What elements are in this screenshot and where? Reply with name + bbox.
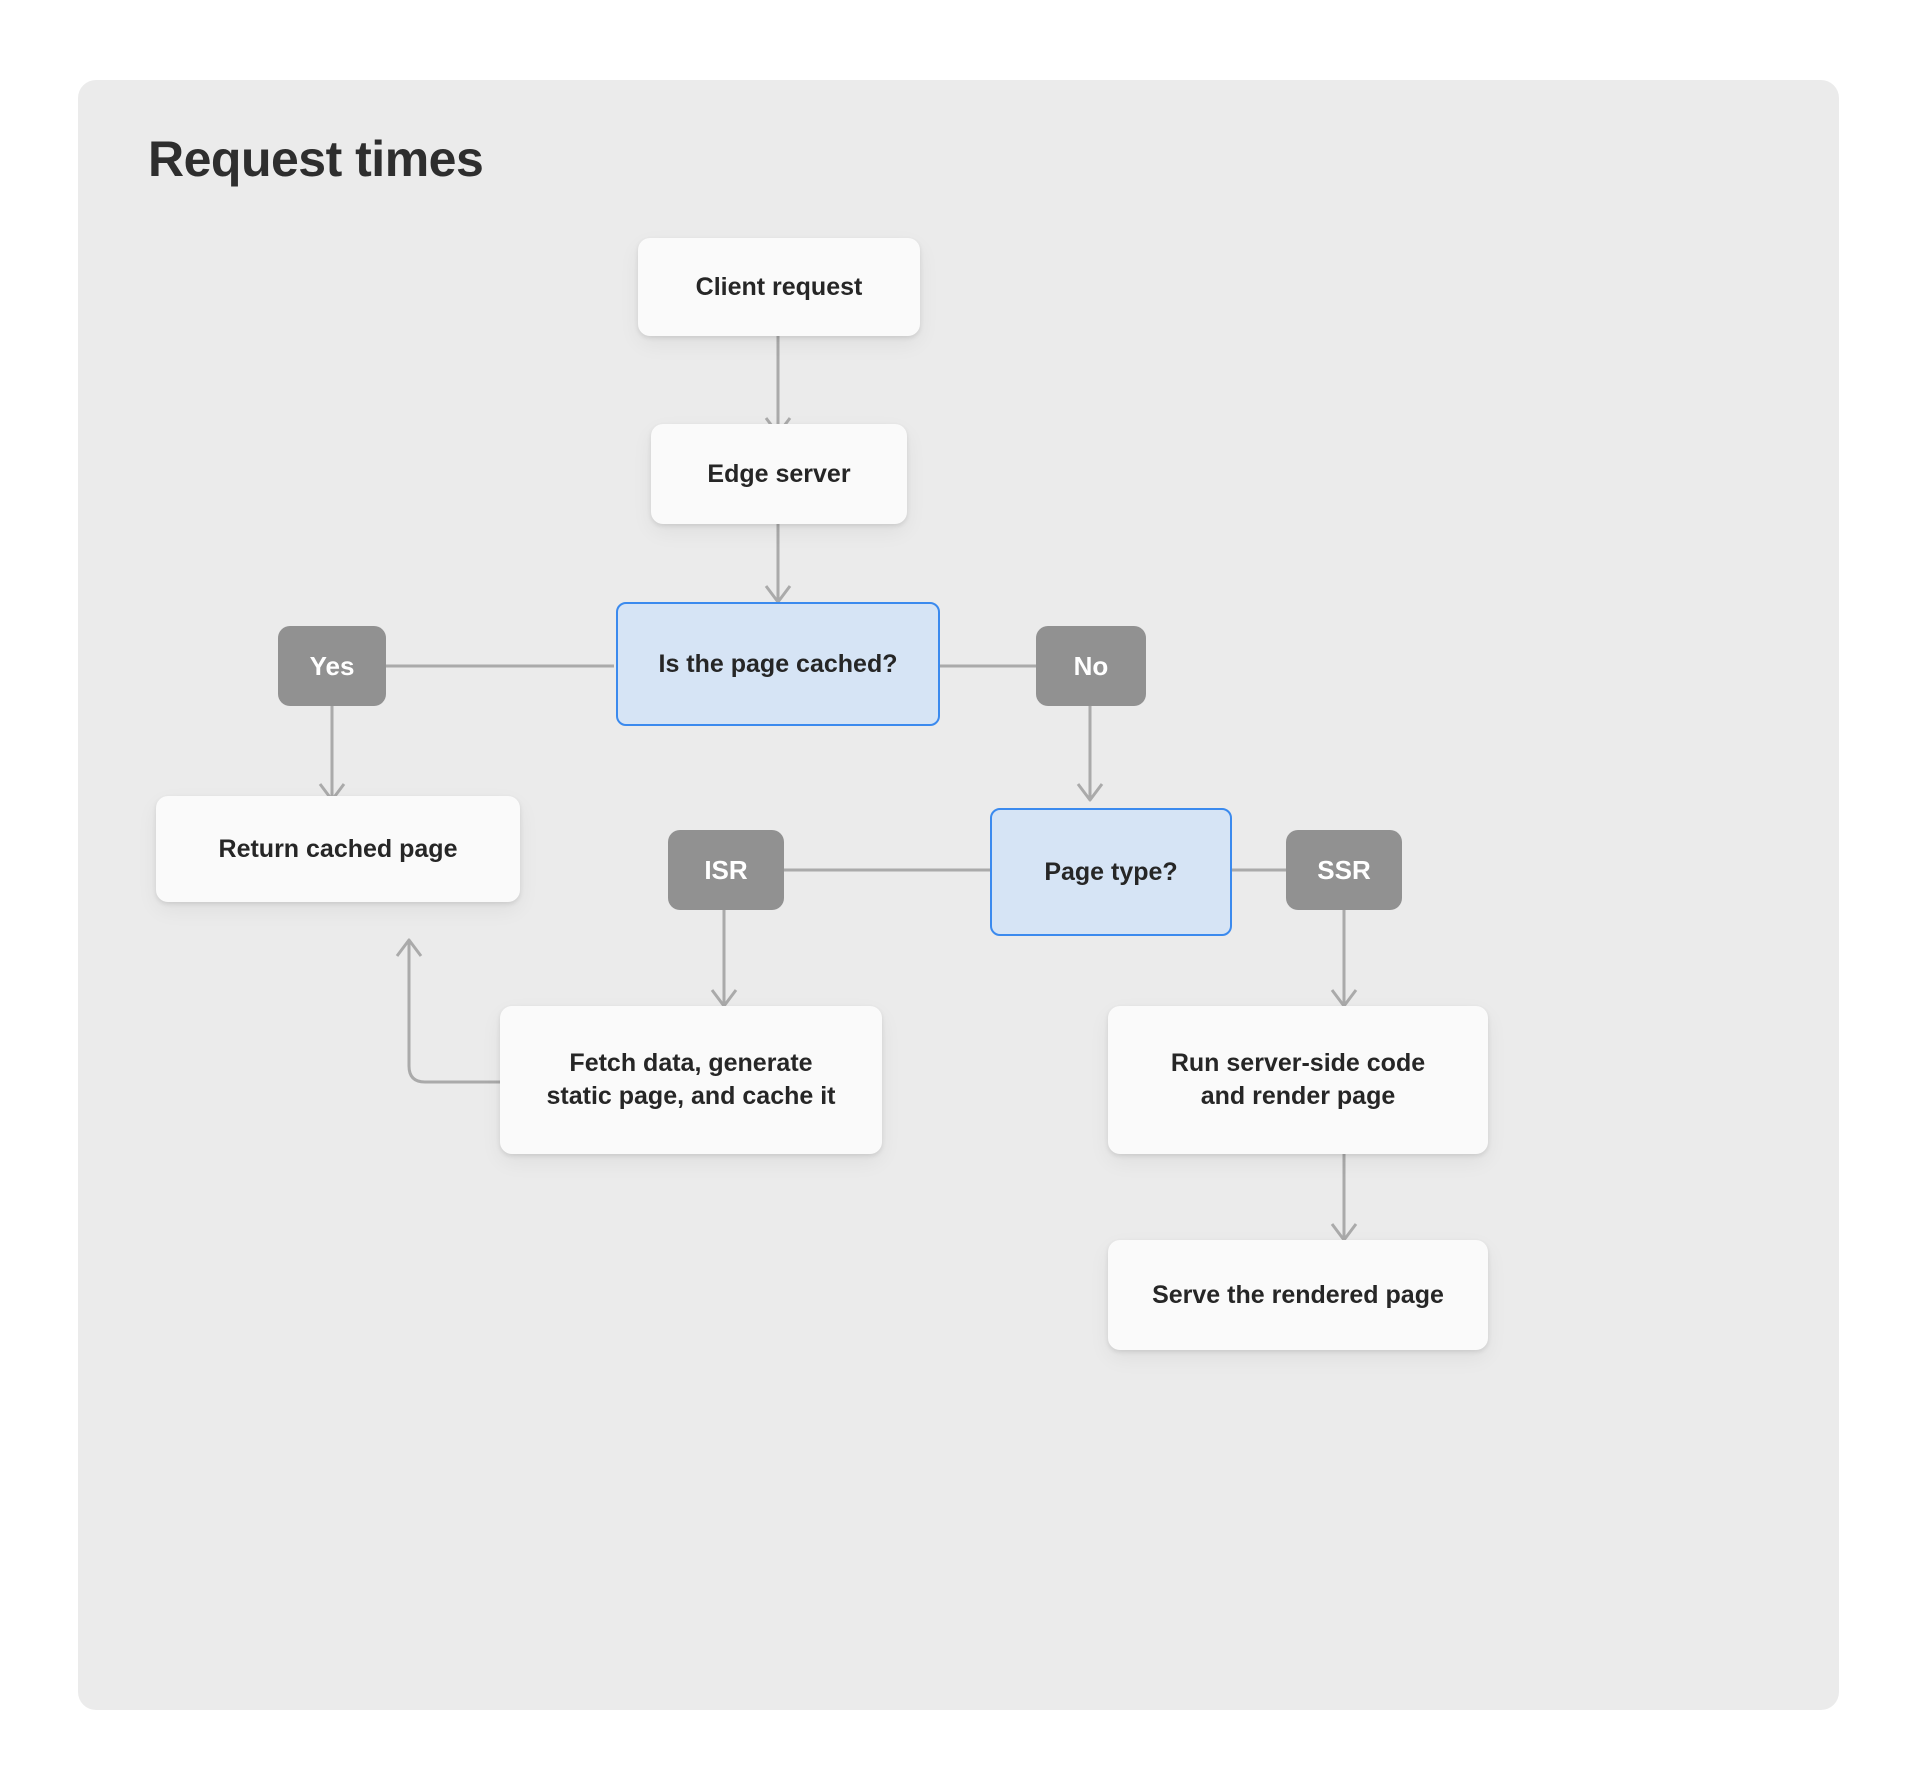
node-page-type-label: Page type?: [1044, 857, 1178, 886]
badge-isr-label: ISR: [704, 854, 748, 885]
arrowhead-fetch-to-return: [395, 938, 423, 957]
diagram-panel: Request times Client request Edge server…: [78, 80, 1839, 1710]
page-title: Request times: [148, 131, 484, 187]
node-serve-rendered-page-label: Serve the rendered page: [1152, 1280, 1444, 1309]
badge-isr[interactable]: ISR: [668, 830, 784, 910]
arrowhead-edge-to-cached: [764, 585, 792, 604]
badge-no[interactable]: No: [1036, 626, 1146, 706]
node-fetch-generate-cache[interactable]: Fetch data, generate static page, and ca…: [500, 1006, 882, 1154]
node-run-server-side-line2: and render page: [1200, 1082, 1396, 1110]
node-client-request-label: Client request: [695, 272, 863, 301]
node-edge-server-label: Edge server: [707, 459, 851, 488]
node-edge-server[interactable]: Edge server: [651, 424, 907, 524]
node-fetch-generate-cache-line2: static page, and cache it: [546, 1082, 836, 1110]
node-is-page-cached-label: Is the page cached?: [658, 649, 898, 678]
badge-ssr-label: SSR: [1317, 854, 1371, 885]
badge-no-label: No: [1073, 650, 1109, 681]
node-is-page-cached[interactable]: Is the page cached?: [616, 602, 940, 726]
node-fetch-generate-cache-line1: Fetch data, generate: [569, 1049, 813, 1077]
arrowhead-ssr-to-run: [1330, 989, 1358, 1008]
node-client-request[interactable]: Client request: [638, 238, 920, 336]
badge-ssr[interactable]: SSR: [1286, 830, 1402, 910]
node-return-cached-page-label: Return cached page: [218, 834, 458, 863]
arrowhead-run-to-serve: [1330, 1223, 1358, 1242]
node-page-type[interactable]: Page type?: [990, 808, 1232, 936]
badge-yes[interactable]: Yes: [278, 626, 386, 706]
arrowhead-isr-to-fetch: [710, 989, 738, 1008]
node-return-cached-page[interactable]: Return cached page: [156, 796, 520, 902]
node-run-server-side[interactable]: Run server-side code and render page: [1108, 1006, 1488, 1154]
arrowhead-no-to-pagetype: [1076, 783, 1104, 802]
badge-yes-label: Yes: [309, 650, 355, 681]
node-serve-rendered-page[interactable]: Serve the rendered page: [1108, 1240, 1488, 1350]
node-run-server-side-line1: Run server-side code: [1170, 1049, 1426, 1077]
edge-fetch-to-return: [407, 942, 502, 1084]
